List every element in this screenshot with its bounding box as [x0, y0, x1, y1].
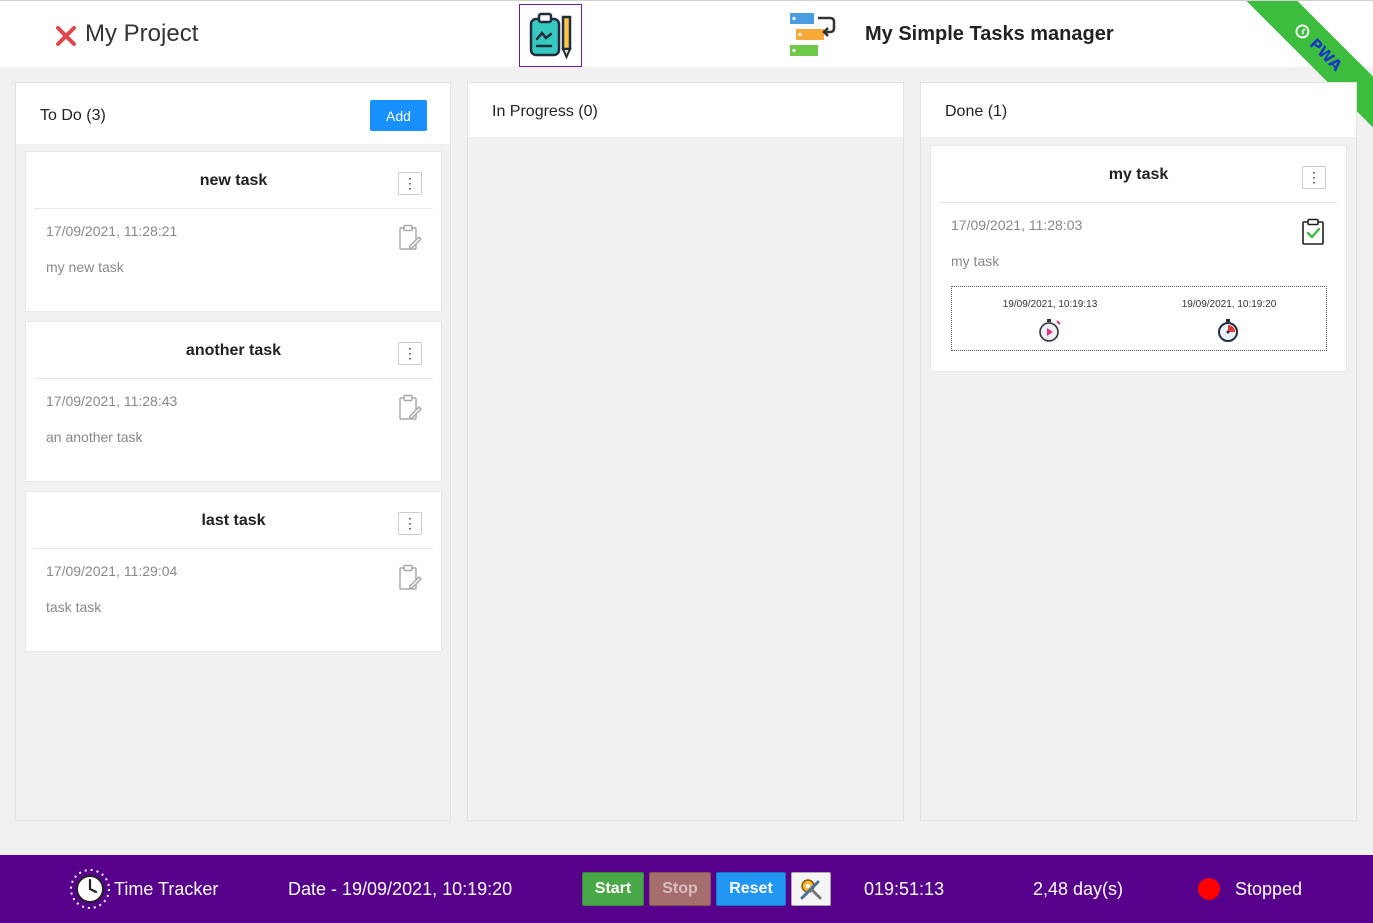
- stop-button[interactable]: Stop: [649, 872, 711, 906]
- column-todo-title: To Do (3): [40, 107, 106, 124]
- tracker-status: Stopped: [1235, 879, 1303, 899]
- column-in-progress: In Progress (0): [467, 82, 904, 821]
- task-card-description: task task: [46, 599, 102, 615]
- task-card-title: last task: [201, 512, 266, 529]
- task-card-title: another task: [185, 342, 282, 359]
- reset-button[interactable]: Reset: [716, 872, 786, 906]
- task-menu-button[interactable]: ⋮: [398, 512, 422, 535]
- task-menu-button[interactable]: ⋮: [398, 172, 422, 195]
- task-card-date: 17/09/2021, 11:29:04: [46, 563, 178, 579]
- tools-icon: [800, 879, 822, 900]
- stopwatch-stop-icon: [1218, 319, 1238, 342]
- task-card-description: an another task: [46, 429, 143, 445]
- task-card-date: 17/09/2021, 11:28:21: [46, 223, 178, 239]
- time-tracker-bar: Time Tracker Date - 19/09/2021, 10:19:20…: [0, 855, 1373, 923]
- clipboard-edit-icon[interactable]: [398, 224, 422, 252]
- column-done: Done (1) my task ⋮ 17/09/2021, 11:28:03 …: [920, 82, 1357, 821]
- card-divider: [939, 202, 1338, 203]
- task-card[interactable]: new task ⋮ 17/09/2021, 11:28:21 my new t…: [25, 151, 442, 312]
- task-menu-button[interactable]: ⋮: [1302, 166, 1326, 189]
- start-button[interactable]: Start: [582, 872, 644, 906]
- clipboard-check-icon[interactable]: [1301, 218, 1325, 246]
- column-done-header: Done (1): [921, 83, 1356, 137]
- task-card-title: my task: [1108, 166, 1169, 183]
- elapsed-time: 019:51:13: [864, 879, 945, 899]
- task-card[interactable]: my task ⋮ 17/09/2021, 11:28:03 my task 1…: [930, 145, 1347, 372]
- task-card[interactable]: another task ⋮ 17/09/2021, 11:28:43 an a…: [25, 321, 442, 482]
- task-stop-time: 19/09/2021, 10:19:20: [1181, 299, 1277, 310]
- app-logo[interactable]: [519, 4, 582, 67]
- column-todo-header: To Do (3) Add: [16, 83, 450, 144]
- clock-icon: [70, 869, 110, 909]
- task-card[interactable]: last task ⋮ 17/09/2021, 11:29:04 task ta…: [25, 491, 442, 652]
- task-timing-box: 19/09/2021, 10:19:13 19/09/2021, 10:19:2…: [951, 286, 1327, 351]
- column-done-title: Done (1): [945, 103, 1008, 120]
- pwa-clock-icon: [1295, 24, 1310, 39]
- card-divider: [34, 208, 433, 209]
- stacked-tasks-logo-icon: [790, 13, 836, 56]
- task-card-date: 17/09/2021, 11:28:03: [951, 217, 1083, 233]
- stopwatch-play-icon: [1039, 319, 1061, 342]
- project-title: My Project: [85, 20, 199, 47]
- status-indicator: [1198, 878, 1220, 900]
- close-icon[interactable]: [55, 25, 77, 47]
- card-divider: [34, 378, 433, 379]
- column-todo: To Do (3) Add new task ⋮ 17/09/2021, 11:…: [15, 82, 451, 821]
- task-menu-button[interactable]: ⋮: [398, 342, 422, 365]
- time-tracker-label: Time Tracker: [114, 879, 219, 899]
- column-in-progress-header: In Progress (0): [468, 83, 903, 137]
- task-card-description: my new task: [46, 259, 124, 275]
- add-task-button[interactable]: Add: [370, 100, 427, 131]
- clipboard-edit-icon[interactable]: [398, 394, 422, 422]
- app-header: My Project My Simple Tasks manager PWA: [0, 0, 1373, 127]
- card-divider: [34, 548, 433, 549]
- tracker-date: Date - 19/09/2021, 10:19:20: [288, 879, 513, 899]
- task-card-description: my task: [951, 253, 1000, 269]
- task-card-date: 17/09/2021, 11:28:43: [46, 393, 178, 409]
- app-title: My Simple Tasks manager: [865, 23, 1114, 45]
- column-in-progress-title: In Progress (0): [492, 103, 598, 120]
- task-card-title: new task: [199, 172, 268, 189]
- pwa-label: PWA: [1305, 34, 1346, 75]
- notepad-pencil-logo-icon: [529, 12, 572, 59]
- clipboard-edit-icon[interactable]: [398, 564, 422, 592]
- elapsed-days: 2,48 day(s): [1033, 879, 1124, 899]
- task-start-time: 19/09/2021, 10:19:13: [1002, 299, 1098, 310]
- tools-button[interactable]: [791, 872, 831, 906]
